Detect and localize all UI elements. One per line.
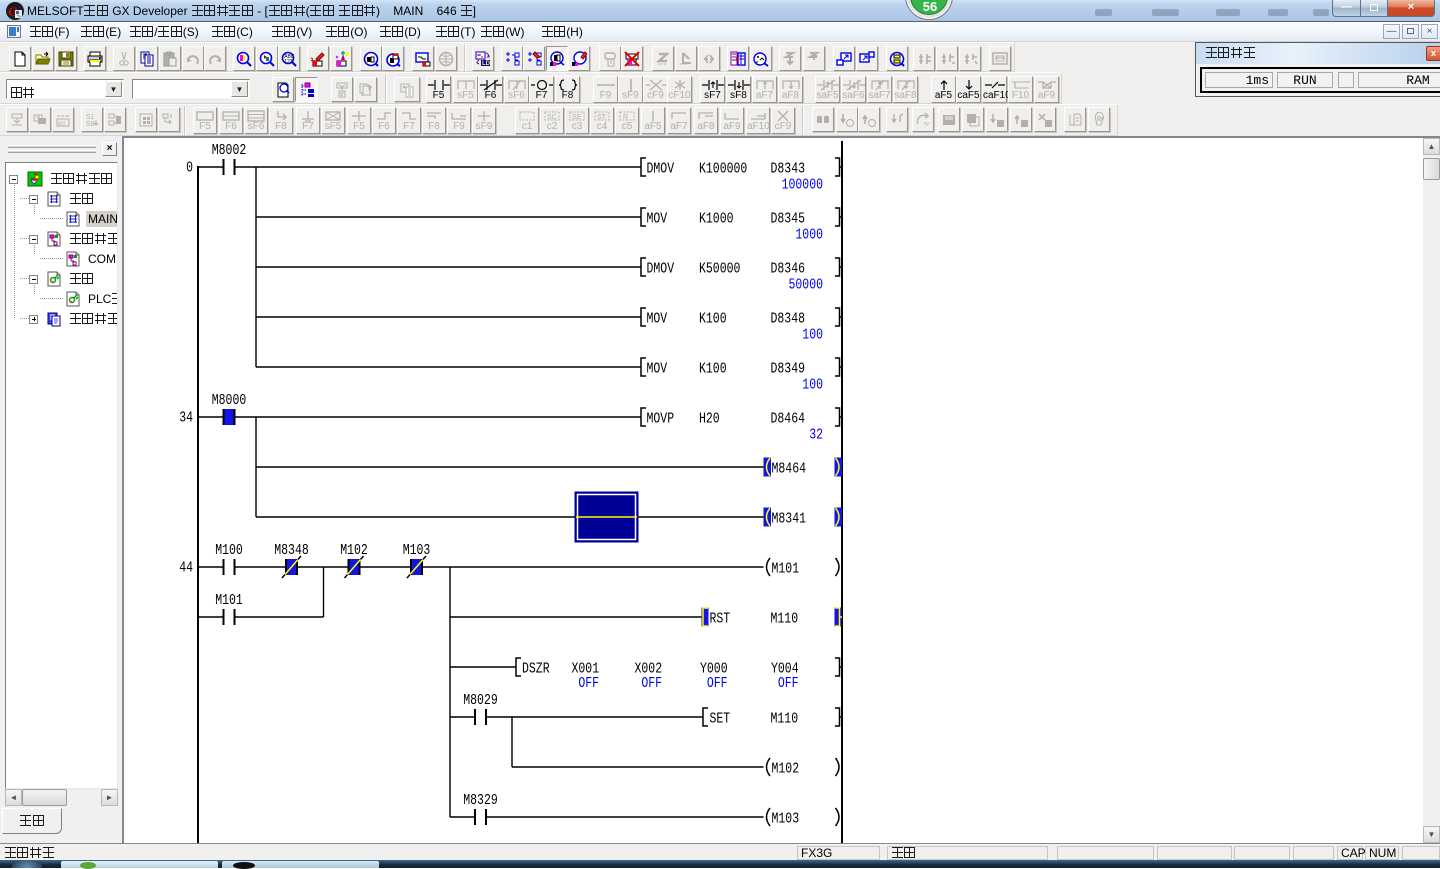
svg-text:K100: K100: [699, 311, 727, 328]
svg-text:MOVP: MOVP: [647, 411, 675, 428]
svg-text:OFF: OFF: [578, 675, 599, 692]
svg-text:DSZR: DSZR: [522, 661, 550, 678]
svg-text:M101: M101: [772, 561, 800, 578]
svg-text:M103: M103: [772, 811, 800, 828]
svg-text:M8464: M8464: [772, 461, 807, 478]
svg-text:M8341: M8341: [772, 511, 807, 528]
svg-text:OFF: OFF: [641, 675, 662, 692]
svg-text:H20: H20: [699, 411, 720, 428]
svg-text:D8349: D8349: [771, 361, 806, 378]
svg-text:RST: RST: [710, 611, 731, 628]
svg-text:100: 100: [802, 377, 823, 394]
svg-text:K100: K100: [699, 361, 727, 378]
svg-text:D8346: D8346: [771, 261, 806, 278]
svg-text:M8348: M8348: [274, 542, 309, 559]
svg-text:34: 34: [179, 410, 193, 427]
svg-text:MOV: MOV: [647, 211, 668, 228]
svg-text:M8029: M8029: [463, 692, 498, 709]
svg-text:32: 32: [809, 427, 823, 444]
svg-text:OFF: OFF: [778, 675, 799, 692]
svg-text:K50000: K50000: [699, 261, 740, 278]
svg-text:50000: 50000: [789, 277, 824, 294]
svg-text:1000: 1000: [795, 227, 823, 244]
svg-text:OFF: OFF: [707, 675, 728, 692]
svg-text:MOV: MOV: [647, 311, 668, 328]
svg-text:100: 100: [802, 327, 823, 344]
svg-text:DMOV: DMOV: [647, 161, 675, 178]
svg-text:D8348: D8348: [771, 311, 806, 328]
svg-text:M110: M110: [771, 711, 799, 728]
svg-text:M102: M102: [772, 761, 800, 778]
svg-text:D8345: D8345: [771, 211, 806, 228]
svg-text:M8000: M8000: [212, 392, 247, 409]
svg-text:D8464: D8464: [771, 411, 806, 428]
svg-text:SET: SET: [710, 711, 731, 728]
svg-text:M110: M110: [771, 611, 799, 628]
svg-text:44: 44: [179, 560, 193, 577]
svg-text:D8343: D8343: [771, 161, 806, 178]
svg-text:MOV: MOV: [647, 361, 668, 378]
svg-text:M101: M101: [215, 592, 243, 609]
svg-text:M8002: M8002: [212, 142, 247, 159]
svg-text:DMOV: DMOV: [647, 261, 675, 278]
svg-text:K100000: K100000: [699, 161, 747, 178]
svg-text:0: 0: [186, 160, 193, 177]
svg-text:K1000: K1000: [699, 211, 734, 228]
svg-text:M8329: M8329: [463, 792, 498, 809]
svg-text:100000: 100000: [782, 177, 823, 194]
svg-text:M100: M100: [215, 542, 243, 559]
